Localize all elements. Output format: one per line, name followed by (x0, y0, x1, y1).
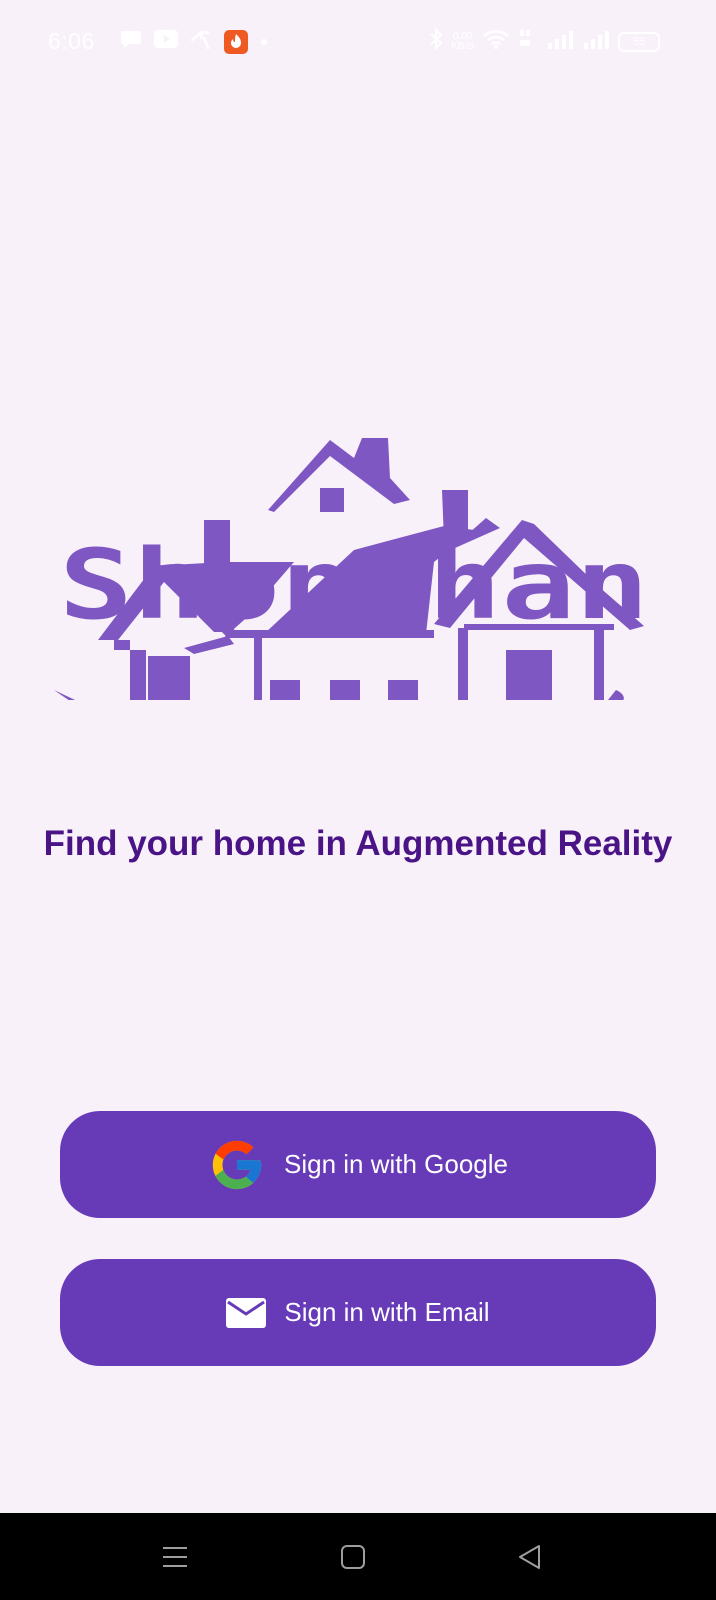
battery-indicator: 55 (618, 31, 660, 52)
app-notification-icon (224, 29, 248, 54)
dot-icon (260, 33, 268, 51)
net-speed-unit: KB/S (451, 40, 474, 52)
signal-strength-icon-2 (582, 29, 610, 54)
net-speed-value: 0.00 (452, 30, 473, 42)
logo-graphic: Shondhan (54, 438, 649, 787)
signal-strength-icon-1 (546, 29, 574, 54)
google-icon (208, 1136, 266, 1194)
google-signin-button[interactable]: Sign in with Google (60, 1111, 656, 1218)
status-time: 6:06 (48, 28, 95, 54)
brand-wordmark: Shondhan (59, 529, 649, 641)
google-signin-label: Sign in with Google (283, 1149, 509, 1179)
volte-icon (518, 28, 538, 55)
email-signin-button[interactable]: Sign in with Email (60, 1259, 656, 1366)
home-square-icon[interactable] (337, 1541, 369, 1573)
mail-icon (226, 1296, 267, 1330)
signal-arrow-icon (190, 28, 212, 55)
status-bar: 6:06 0.00 KB/S 55 (0, 0, 716, 84)
email-signin-label: Sign in with Email (284, 1297, 490, 1327)
net-speed: 0.00 KB/S (451, 30, 474, 52)
notification-icons (120, 28, 268, 55)
tagline: Find your home in Augmented Reality (43, 824, 673, 863)
system-icons: 0.00 KB/S 55 (429, 27, 660, 55)
bluetooth-icon (429, 27, 443, 55)
wifi-icon (482, 28, 510, 55)
chat-icon (120, 29, 142, 54)
shondhan-logo: Shondhan (54, 220, 654, 787)
menu-icon[interactable] (159, 1541, 191, 1573)
back-triangle-icon[interactable] (514, 1541, 546, 1573)
youtube-icon (154, 30, 178, 53)
navigation-bar (0, 1513, 716, 1600)
